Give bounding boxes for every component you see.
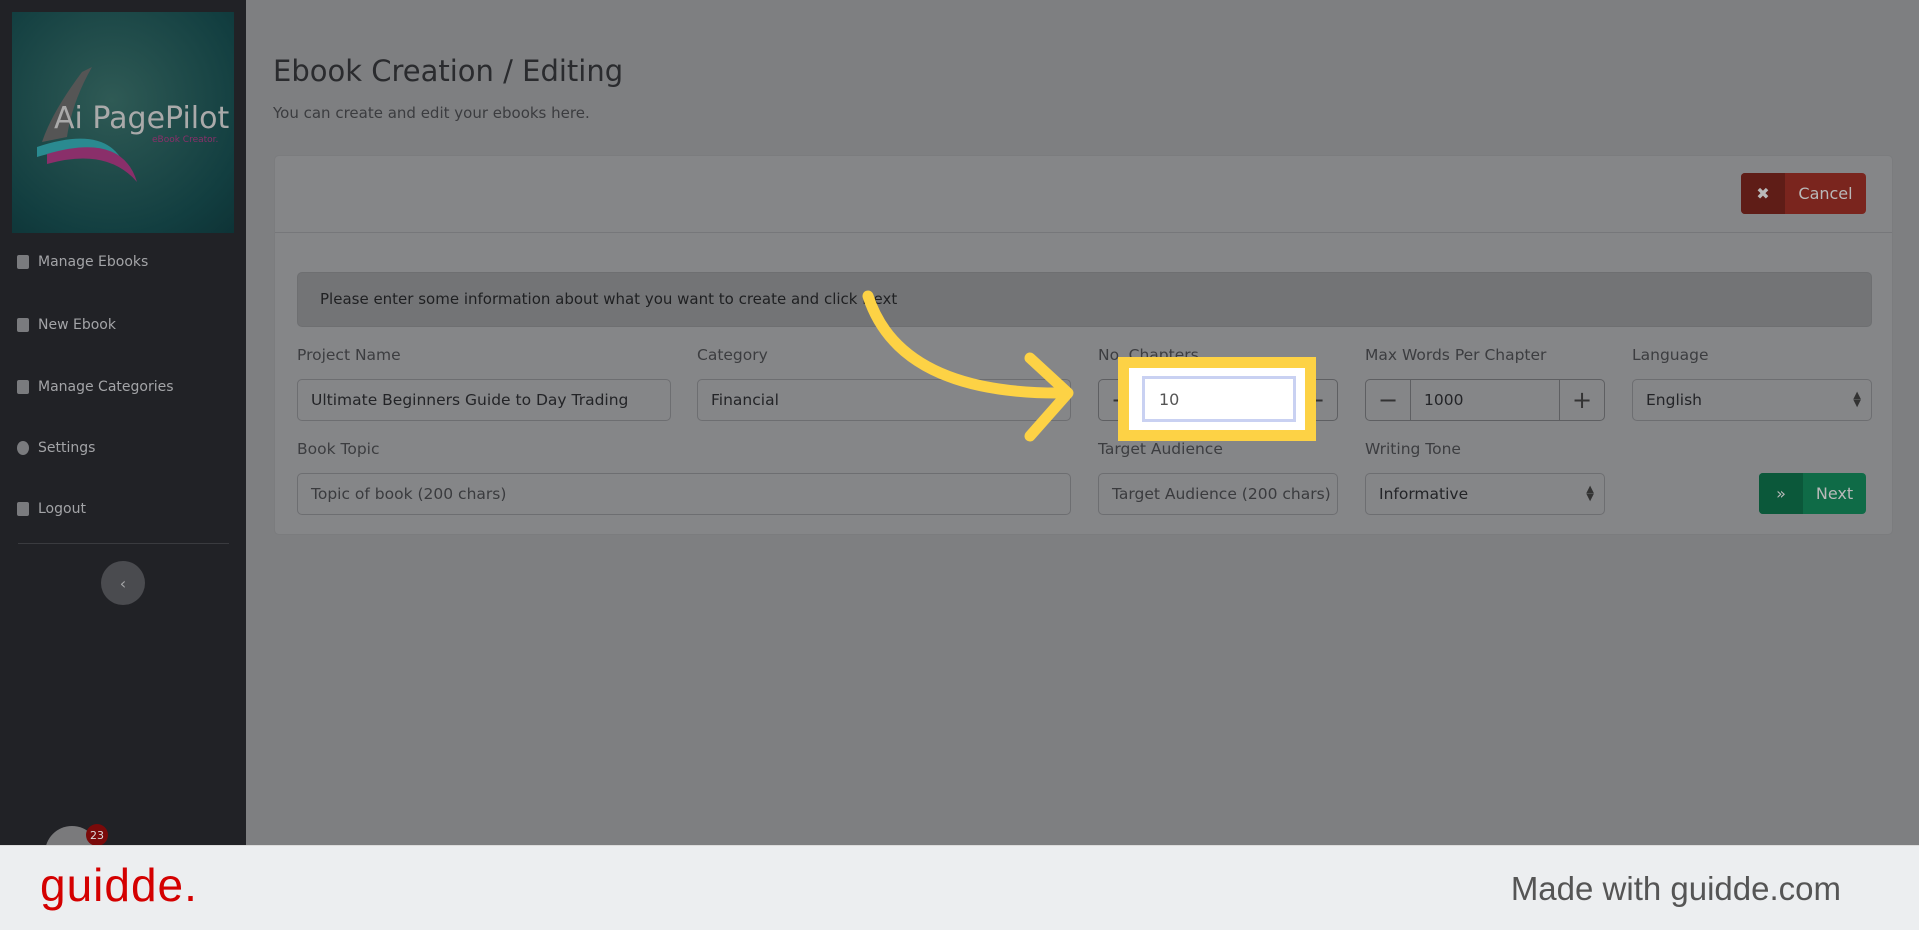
- made-with-text: Made with guidde.com: [1510, 870, 1841, 907]
- highlight-box: 10: [1118, 357, 1316, 441]
- guide-arrow: [862, 290, 1074, 442]
- chapters-input[interactable]: 10: [1142, 376, 1296, 422]
- guidde-logo: guidde.: [40, 859, 198, 911]
- footer: guidde. Made with guidde.com: [0, 845, 1919, 930]
